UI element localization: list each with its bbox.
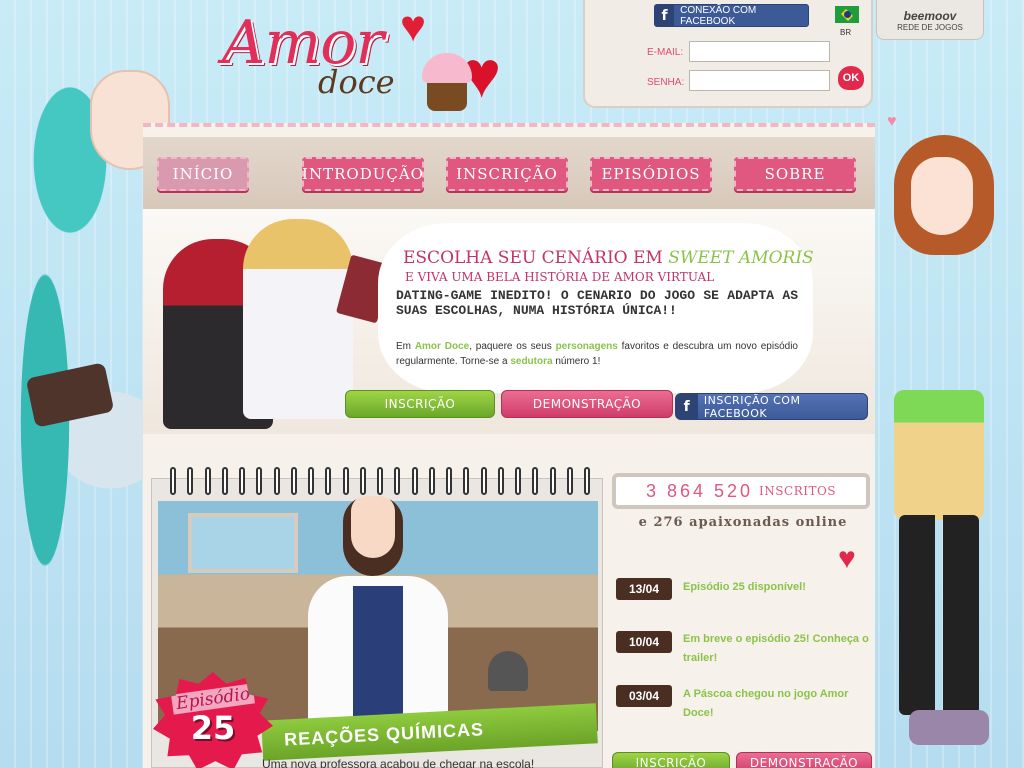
subscriber-label: INSCRITOS: [759, 484, 837, 498]
facebook-signup-button[interactable]: f INSCRIÇÃO COM FACEBOOK: [675, 393, 868, 420]
country-label: BR: [840, 28, 852, 37]
news-date: 13/04: [616, 578, 672, 600]
notebook-spiral: [170, 467, 590, 495]
right-character-top: [894, 390, 984, 520]
email-input[interactable]: [689, 41, 830, 62]
bottom-demo-button[interactable]: DEMONSTRAÇÃO: [736, 752, 872, 768]
nav-about[interactable]: SOBRE: [734, 157, 856, 191]
demo-button[interactable]: DEMONSTRAÇÃO: [501, 390, 673, 418]
right-character-jeans: [899, 515, 979, 715]
facebook-connect-label: CONEXÃO COM FACEBOOK: [680, 4, 757, 27]
login-ok-button[interactable]: OK: [838, 66, 864, 90]
subscriber-count: 3 864 520: [645, 480, 754, 501]
right-character-shoes: [909, 710, 989, 745]
subscriber-counter: 3 864 520 INSCRITOS: [612, 473, 870, 509]
site-logo[interactable]: Amor doce ♥ ♥: [200, 2, 540, 123]
left-character-bag: [25, 362, 115, 428]
email-label: E-MAIL:: [647, 47, 684, 58]
beemoov-network-link[interactable]: beemoov REDE DE JOGOS: [876, 0, 984, 40]
microscope-icon: [488, 651, 528, 691]
teacher-character: [308, 496, 448, 731]
episode-number: 25: [190, 709, 236, 747]
hero-headline: DATING-GAME INEDITO! O CENARIO DO JOGO S…: [396, 288, 798, 318]
logo-subtitle: doce: [318, 63, 395, 101]
male-characters-illustration: [163, 219, 393, 429]
nav-introduction[interactable]: INTRODUÇÃO: [302, 157, 424, 191]
main-navigation: INÍCIO INTRODUÇÃO INSCRIÇÃO EPISÓDIOS SO…: [143, 137, 875, 209]
password-input[interactable]: [689, 70, 830, 91]
beemoov-logo: beemoov: [903, 9, 957, 23]
left-character-illustration: [0, 0, 170, 768]
facebook-signup-label: INSCRIÇÃO COM FACEBOOK: [703, 393, 801, 420]
facebook-connect-button[interactable]: f CONEXÃO COM FACEBOOK: [654, 4, 809, 27]
episode-teaser: Uma nova professora acabou de chegar na …: [262, 757, 535, 768]
news-date: 10/04: [616, 631, 672, 653]
bottom-signup-button[interactable]: INSCRIÇÃO: [612, 752, 730, 768]
network-label: REDE DE JOGOS: [897, 23, 963, 32]
hero-title-highlight: SWEET AMORIS: [668, 248, 814, 268]
news-link[interactable]: A Páscoa chegou no jogo Amor Doce!: [683, 685, 868, 723]
cupcake-icon: [422, 53, 472, 115]
hero-subtitle: E VIVA UMA BELA HISTÓRIA DE AMOR VIRTUAL: [405, 270, 715, 284]
signup-button[interactable]: INSCRIÇÃO: [345, 390, 495, 418]
password-label: SENHA:: [647, 77, 685, 88]
hero-title: ESCOLHA SEU CENÁRIO EM SWEET AMORIS: [403, 248, 814, 268]
nav-episodes[interactable]: EPISÓDIOS: [590, 157, 712, 191]
heart-icon: ♥: [838, 542, 856, 575]
login-panel: f CONEXÃO COM FACEBOOK BR E-MAIL: SENHA:…: [583, 0, 873, 108]
nav-signup[interactable]: INSCRIÇÃO: [446, 157, 568, 191]
nav-home[interactable]: INÍCIO: [157, 157, 249, 191]
online-count: e 276 apaixonadas online: [638, 515, 848, 530]
brazil-flag-icon[interactable]: [835, 6, 859, 23]
right-character-illustration: [889, 135, 1014, 745]
right-character-face: [911, 157, 973, 235]
facebook-icon: f: [676, 393, 698, 420]
hero-description: Em Amor Doce, paquere os seus personagen…: [396, 341, 798, 367]
small-heart-icon: ♥: [887, 113, 897, 130]
logo-heart-icon: ♥: [400, 2, 427, 51]
facebook-icon: f: [655, 5, 675, 26]
news-date: 03/04: [616, 685, 672, 707]
news-link[interactable]: Em breve o episódio 25! Conheça o traile…: [683, 630, 878, 668]
news-link[interactable]: Episódio 25 disponível!: [683, 578, 878, 597]
